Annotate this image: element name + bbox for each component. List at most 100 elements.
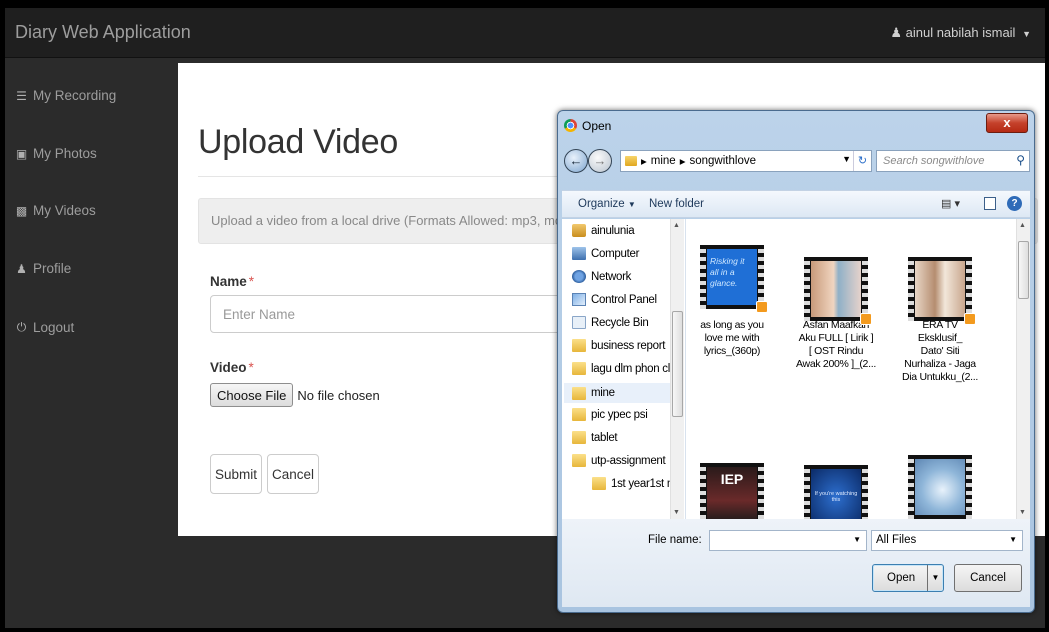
file-item[interactable]: If you're watching this [796,447,876,519]
file-item[interactable]: Asfan Maafkan Aku FULL [ Lirik ] [ OST R… [796,233,876,393]
video-thumbnail [908,455,972,519]
tree-item-network[interactable]: Network [572,270,631,283]
file-name-line: Dia Untukku_(2... [901,371,979,383]
file-item[interactable] [900,447,980,519]
list-icon: ☰ [16,88,27,103]
brand-link[interactable]: Diary Web Application [15,22,191,43]
help-icon[interactable]: ? [1007,196,1022,211]
sidebar-item-my-recording[interactable]: ☰ My Recording [15,88,116,103]
search-input[interactable]: Search songwithlove ⚲ [876,150,1030,172]
sidebar-item-profile[interactable]: ♟ Profile [15,261,71,276]
sidebar: ☰ My Recording ▣ My Photos ▩ My Videos ♟… [5,58,178,628]
submit-button[interactable]: Submit [210,454,262,494]
organize-menu[interactable]: Organize ▼ [578,198,636,210]
sidebar-item-logout[interactable]: ⏻ Logout [15,320,75,335]
refresh-icon[interactable]: ↻ [853,151,871,171]
dialog-title: Open [582,119,612,133]
video-label-text: Video [210,360,247,375]
user-folder-icon [572,224,586,237]
file-list: Risking it all in a glance. as long as y… [686,219,1016,519]
scrollbar-thumb[interactable] [1018,241,1029,299]
scroll-up-icon[interactable]: ▲ [1019,222,1026,229]
user-name: ainul nabilah ismail [905,25,1016,40]
tree-label: utp-assignment [591,454,666,467]
tree-item-computer[interactable]: Computer [572,247,639,260]
dropdown-arrow-icon[interactable]: ▼ [842,154,851,164]
tree-label: Control Panel [591,293,657,306]
open-button[interactable]: Open ▼ [872,564,944,592]
navigation-pane: ainulunia Computer Network Control Panel… [562,219,686,519]
tree-label: business report [591,339,666,352]
cancel-button[interactable]: Cancel [267,454,319,494]
forward-arrow-icon[interactable]: → [588,149,612,173]
thumbnail-image [915,459,965,515]
address-bar[interactable]: ▸ mine ▸ songwithlove ▼ ↻ [620,150,872,172]
dropdown-arrow-icon[interactable]: ▼ [853,535,861,544]
open-label: Open [887,572,916,584]
sidebar-item-my-photos[interactable]: ▣ My Photos [15,146,97,161]
scroll-down-icon[interactable]: ▼ [673,509,680,516]
close-button[interactable]: x [986,113,1028,133]
file-type-select[interactable]: All Files ▼ [871,530,1023,551]
breadcrumb-songwithlove[interactable]: songwithlove [690,155,756,167]
tree-label: mine [591,387,615,399]
scrollbar-thumb[interactable] [672,311,683,417]
sidebar-item-label: Logout [33,320,75,335]
tree-item-control-panel[interactable]: Control Panel [572,293,657,306]
preview-pane-icon[interactable] [984,197,996,210]
dialog-content: ainulunia Computer Network Control Panel… [562,219,1030,519]
file-name-label: File name: [648,534,702,546]
video-thumbnail [908,257,976,325]
image-icon: ▣ [15,146,28,161]
file-item[interactable]: IEP [692,447,772,519]
media-play-icon [860,313,872,325]
tree-item-recycle-bin[interactable]: Recycle Bin [572,316,649,329]
navigation-scrollbar[interactable]: ▲ ▼ [670,219,684,519]
tree-item-lagu[interactable]: lagu dlm phon cl [572,362,670,375]
sidebar-item-label: My Photos [33,146,97,161]
tree-item-tablet[interactable]: tablet [572,431,618,444]
sidebar-item-my-videos[interactable]: ▩ My Videos [15,203,96,218]
dropdown-arrow-icon: ▼ [1009,535,1017,544]
computer-icon [572,247,586,260]
address-row: ← → ▸ mine ▸ songwithlove ▼ ↻ Search son… [564,148,1030,176]
dialog-toolbar: Organize ▼ New folder ▤ ▾ ? [562,190,1030,218]
file-list-scrollbar[interactable]: ▲ ▼ [1016,219,1030,519]
thumbnail-image [915,261,965,317]
file-item[interactable]: Risking it all in a glance. as long as y… [692,233,772,393]
tree-item-utp-assignment[interactable]: utp-assignment [572,454,666,467]
scroll-up-icon[interactable]: ▲ [673,222,680,229]
new-folder-button[interactable]: New folder [649,198,704,210]
choose-file-button[interactable]: Choose File [210,383,294,407]
tree-item-1st-year[interactable]: 1st year1st not [592,477,682,490]
tree-label: Recycle Bin [591,316,649,329]
view-options-icon[interactable]: ▤ ▾ [941,197,960,210]
tree-item-pic-ypec-psi[interactable]: pic ypec psi [572,408,648,421]
file-name-line: Aku FULL [ Lirik ] [798,332,874,344]
video-thumbnail: IEP [700,463,764,519]
tree-label: Network [591,270,632,283]
tree-label: tablet [591,431,618,444]
breadcrumb-mine[interactable]: mine [651,155,676,167]
tree-item-ainulunia[interactable]: ainulunia [572,224,635,237]
file-name-input[interactable]: ▼ [709,530,867,551]
tree-item-business-report[interactable]: business report [572,339,665,352]
user-menu[interactable]: ♟ ainul nabilah ismail ▼ [890,25,1031,41]
folder-icon [572,431,586,444]
file-name: ERA TV Eksklusif_ Dato' Siti Nurhaliza -… [900,319,980,384]
name-input[interactable] [210,295,570,333]
folder-icon [572,339,586,352]
recycle-bin-icon [572,316,586,329]
back-arrow-icon[interactable]: ← [564,149,588,173]
tree-item-mine[interactable]: mine [564,383,676,403]
open-options-dropdown[interactable]: ▼ [927,565,943,591]
tree-label: lagu dlm phon cl [591,362,670,375]
tree-label: Computer [591,247,640,260]
dialog-cancel-button[interactable]: Cancel [954,564,1022,592]
required-mark: * [248,360,254,375]
file-item[interactable]: ERA TV Eksklusif_ Dato' Siti Nurhaliza -… [900,233,980,393]
scroll-down-icon[interactable]: ▼ [1019,509,1026,516]
search-placeholder: Search songwithlove [883,155,985,167]
name-label-text: Name [210,274,247,289]
file-name-line: as long as you [700,319,764,331]
